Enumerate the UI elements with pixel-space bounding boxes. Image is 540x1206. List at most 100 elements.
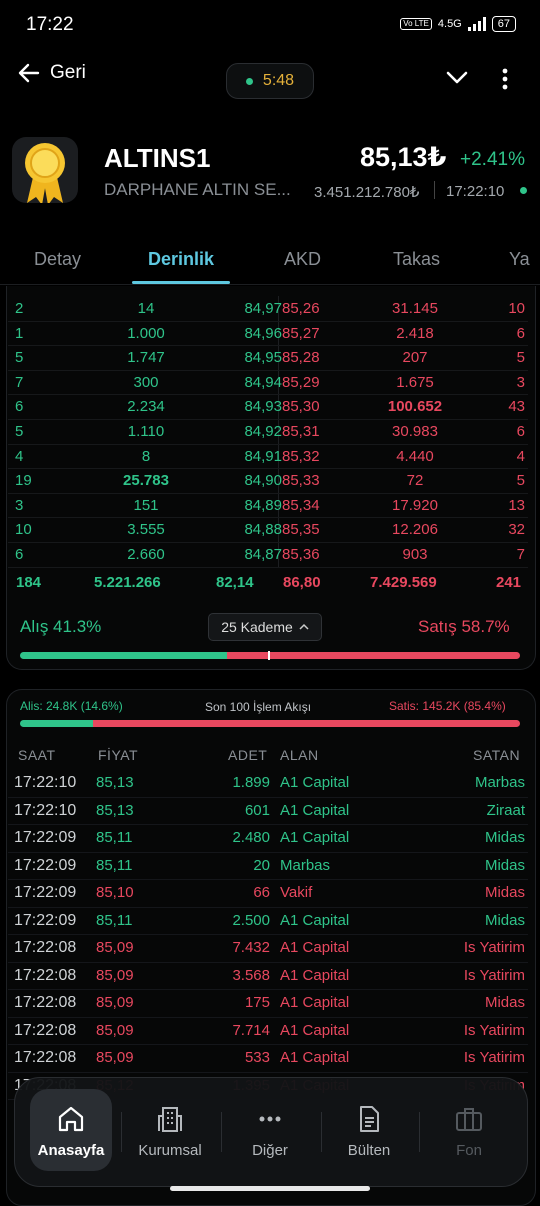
status-bar: 17:22 Vo LTE 4.5G 67 [0,0,540,50]
trade-row[interactable]: 17:22:09 85,10 66 Vakif Midas [8,880,528,907]
trade-seller: Ziraat [486,801,525,819]
trade-row[interactable]: 17:22:08 85,09 7.714 A1 Capital Is Yatirim [8,1018,528,1045]
trade-price: 85,09 [96,966,134,984]
ask-orders: 4 [516,447,525,465]
back-button[interactable]: Geri [18,62,86,84]
home-indicator[interactable] [170,1186,370,1191]
bid-price: 84,96 [244,324,282,342]
total-ask-orders: 241 [496,574,522,591]
trade-time: 17:22:09 [14,856,77,874]
trade-seller: Is Yatirim [463,966,525,984]
trade-buyer: Vakif [280,884,313,901]
trade-price: 85,09 [96,939,134,956]
tab-ya[interactable]: Ya [509,249,530,270]
trade-row[interactable]: 17:22:09 85,11 20 Marbas Midas [8,853,528,880]
trade-row[interactable]: 17:22:09 85,11 2.500 A1 Capital Midas [8,908,528,935]
ask-orders: 6 [516,423,525,440]
network-type: 4.5G [437,18,462,30]
bid-orders: 2 [15,300,24,317]
chevron-down-icon[interactable] [446,70,468,86]
trade-time: 17:22:08 [14,994,77,1011]
trade-price: 85,11 [96,829,133,846]
trade-buyer: A1 Capital [280,911,350,929]
order-book-row[interactable]: 7 300 84,94 85,29 1.675 3 [8,371,528,395]
bid-orders: 5 [15,349,24,367]
nav-anasayfa[interactable]: Anasayfa [22,1077,120,1185]
order-book-row[interactable]: 2 14 84,97 85,26 31.145 10 [8,297,528,321]
trade-flow-title: Son 100 İşlem Akışı [205,700,312,714]
trade-row[interactable]: 17:22:08 85,09 533 A1 Capital Is Yatirim [8,1045,528,1072]
trade-row[interactable]: 17:22:09 85,11 2.480 A1 Capital Midas [8,825,528,852]
trade-row[interactable]: 17:22:08 85,09 7.432 A1 Capital Is Yatirim [8,935,528,962]
nav-fon[interactable]: Fon [420,1077,518,1185]
trade-seller: Is Yatirim [463,939,525,956]
trade-buyer: Marbas [280,856,331,874]
trade-time: 17:22:08 [14,1049,77,1066]
bid-qty: 14 [137,300,155,317]
tab-takas[interactable]: Takas [393,249,440,270]
tab-detay[interactable]: Detay [34,249,81,270]
buy-ratio-bar [20,652,227,659]
last-price: 85,13₺ [360,142,447,172]
order-book-row[interactable]: 10 3.555 84,88 85,35 12.206 32 [8,518,528,542]
trade-row[interactable]: 17:22:10 85,13 601 A1 Capital Ziraat [8,798,528,825]
trade-row[interactable]: 17:22:08 85,09 175 A1 Capital Midas [8,990,528,1017]
nav-label: Kurumsal [138,1141,202,1159]
trade-seller: Midas [484,884,525,901]
trade-price: 85,09 [96,994,134,1011]
trade-seller: Midas [484,994,525,1011]
session-timer[interactable]: 5:48 [226,63,314,99]
total-ask-qty: 7.429.569 [370,574,437,591]
instrument-symbol: ALTINS1 [104,143,211,173]
trade-price: 85,13 [96,774,134,791]
ask-qty: 72 [406,472,424,490]
order-book-row[interactable]: 6 2.660 84,87 85,36 903 7 [8,543,528,567]
levels-selector[interactable]: 25 Kademe [208,613,322,641]
tab-akd[interactable]: AKD [284,249,321,270]
status-icons: Vo LTE 4.5G 67 [400,16,516,32]
bid-price: 84,91 [244,447,282,465]
ask-orders: 43 [508,398,525,416]
more-vertical-icon[interactable] [500,68,510,90]
nav-diger[interactable]: Diğer [221,1077,319,1185]
bid-price: 84,89 [244,496,282,514]
tab-derinlik[interactable]: Derinlik [148,249,214,270]
order-book-row[interactable]: 5 1.747 84,95 85,28 207 5 [8,346,528,370]
ask-qty: 31.145 [392,300,438,317]
ask-price: 85,33 [282,472,320,490]
bid-orders: 10 [15,521,32,539]
order-book-row[interactable]: 6 2.234 84,93 85,30 100.652 43 [8,395,528,419]
trade-qty: 66 [253,884,270,901]
ask-price: 85,27 [282,324,320,342]
order-book-row[interactable]: 19 25.783 84,90 85,33 72 5 [8,469,528,493]
trade-row[interactable]: 17:22:10 85,13 1.899 A1 Capital Marbas [8,770,528,797]
order-book-row[interactable]: 5 1.110 84,92 85,31 30.983 6 [8,420,528,444]
nav-label: Anasayfa [37,1141,105,1159]
trade-buyer: A1 Capital [280,994,350,1011]
bid-price: 84,93 [244,398,282,416]
ask-price: 85,36 [282,546,320,563]
trade-row[interactable]: 17:22:08 85,09 3.568 A1 Capital Is Yatirim [8,963,528,990]
order-book-row[interactable]: 1 1.000 84,96 85,27 2.418 6 [8,322,528,346]
sell-volume-summary: Satis: 145.2K (85.4%) [389,699,506,713]
volte-badge: Vo LTE [400,18,432,30]
trade-time: 17:22:08 [14,966,77,984]
ask-orders: 32 [508,521,525,539]
order-book-row[interactable]: 3 151 84,89 85,34 17.920 13 [8,494,528,518]
home-icon [58,1106,84,1131]
order-book-row[interactable]: 4 8 84,91 85,32 4.440 4 [8,445,528,469]
nav-kurumsal[interactable]: Kurumsal [121,1077,219,1185]
instrument-logo [12,137,78,205]
arrow-left-icon [18,63,40,83]
document-icon [360,1105,379,1132]
trade-time: 17:22:10 [14,801,77,819]
bid-qty: 300 [133,373,159,391]
trade-seller: Marbas [474,774,525,791]
bid-qty: 2.660 [127,546,165,563]
bid-average: 82,14 [216,574,254,591]
trade-buyer: A1 Capital [280,1049,350,1066]
ask-orders: 5 [516,472,525,490]
more-dots-icon [259,1116,281,1121]
row-divider [8,566,528,568]
nav-bulten[interactable]: Bülten [320,1077,418,1185]
